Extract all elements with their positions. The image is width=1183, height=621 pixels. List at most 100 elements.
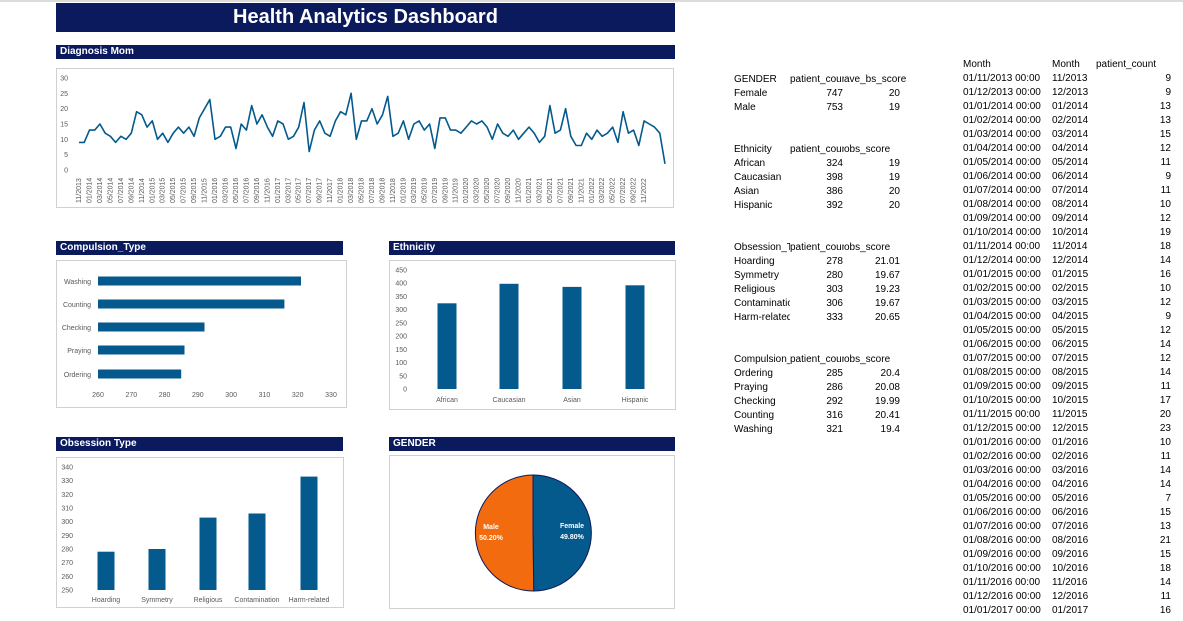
table-cell: 9 (1165, 171, 1171, 182)
table-row: 01/06/2015 00:00 06/2015 14 (962, 338, 1183, 352)
table-cell: 01/01/2016 00:00 (963, 437, 1041, 448)
table-cell: 21 (1159, 535, 1171, 546)
bar (300, 476, 318, 590)
x-tick-label: 03/2022 (599, 178, 606, 203)
table-row: 01/09/2015 00:00 09/2015 11 (962, 380, 1183, 394)
table-cell: 10/2015 (1052, 395, 1089, 406)
x-tick-label: 01/2016 (212, 178, 219, 203)
x-tick-label: 330 (325, 392, 337, 399)
table-cell: 333 (826, 312, 843, 323)
table-row: 01/08/2014 00:00 08/2014 10 (962, 198, 1183, 212)
table-row: 01/12/2016 00:00 12/2016 11 (962, 590, 1183, 604)
table-cell: Ordering (734, 368, 773, 379)
table-cell: 02/2016 (1052, 451, 1089, 462)
table-cell: 20.41 (874, 410, 900, 421)
table-cell: 01/01/2014 00:00 (963, 101, 1041, 112)
x-tick-label: Contamination (234, 597, 279, 604)
table-cell: 13 (1159, 115, 1171, 126)
ethnicity-chart[interactable]: 450 400 350 300 250 200 150 100 50 0 African Caucas… (389, 260, 676, 410)
table-cell: 01/08/2014 00:00 (963, 199, 1041, 210)
y-tick-label: 250 (61, 588, 73, 595)
x-tick-label: 05/2018 (359, 178, 366, 203)
x-tick-label: 310 (259, 392, 271, 399)
y-tick-label: 300 (395, 307, 407, 314)
y-tick-label: 270 (61, 560, 73, 567)
table-cell: 20 (888, 88, 900, 99)
x-tick-label: 09/2014 (128, 178, 135, 203)
table-cell: 01/10/2015 00:00 (963, 395, 1041, 406)
x-tick-label: 03/2016 (223, 178, 230, 203)
y-tick-label: 5 (64, 152, 68, 159)
gender-chart[interactable]: Male 50.20% Female 49.80% (389, 455, 675, 609)
x-tick-label: 270 (125, 392, 137, 399)
table-cell: 386 (826, 186, 843, 197)
x-tick-label: 07/2020 (495, 178, 502, 203)
table-cell: 01/12/2016 00:00 (963, 591, 1041, 602)
x-tick-label: African (436, 397, 458, 404)
pie-pct-female: 49.80% (560, 534, 585, 541)
table-cell: 10 (1159, 199, 1171, 210)
y-tick-label: 0 (64, 168, 68, 175)
x-tick-label: 05/2015 (170, 178, 177, 203)
table-cell: 14 (1159, 479, 1171, 490)
table-cell: African (734, 158, 766, 169)
x-tick-label: 07/2015 (181, 178, 188, 203)
table-cell: 303 (826, 284, 843, 295)
table-row: 01/12/2013 00:00 12/2013 9 (962, 86, 1183, 100)
y-tick-label: 10 (60, 137, 68, 144)
table-cell: patient_count (1096, 59, 1157, 70)
table-row: 01/05/2015 00:00 05/2015 12 (962, 324, 1183, 338)
table-cell: 01/03/2014 00:00 (963, 129, 1041, 140)
y-tick-label: 0 (403, 387, 407, 394)
table-cell: 10/2014 (1052, 227, 1089, 238)
table-cell: 01/09/2014 00:00 (963, 213, 1041, 224)
table-cell: patient_count (790, 242, 844, 253)
table-cell: 9 (1165, 311, 1171, 322)
table-row: 01/04/2016 00:00 04/2016 14 (962, 478, 1183, 492)
x-tick-label: 03/2021 (536, 178, 543, 203)
obsession-chart[interactable]: 340 330 320 310 300 290 280 270 260 250 Hoarding Sy… (56, 457, 344, 608)
table-cell: 01/02/2016 00:00 (963, 451, 1041, 462)
category-label: Checking (62, 325, 91, 332)
bar (98, 276, 301, 286)
bar (98, 345, 185, 355)
diagnosis-chart[interactable]: 30 25 20 15 10 5 0 11/2013 01/2014 03/2014 05/2014… (56, 68, 674, 208)
table-cell: Month (1052, 59, 1080, 70)
y-tick-label: 400 (395, 281, 407, 288)
table-cell: 01/05/2014 00:00 (963, 157, 1041, 168)
table-row: 01/02/2014 00:00 02/2014 13 (962, 114, 1183, 128)
table-cell: 11 (1160, 185, 1171, 196)
table-cell: 286 (826, 382, 843, 393)
table-cell: Month (963, 59, 991, 70)
x-tick-label: 09/2016 (254, 178, 261, 203)
table-cell: 03/2015 (1052, 297, 1089, 308)
table-row: 01/04/2014 00:00 04/2014 12 (962, 142, 1183, 156)
table-cell: 19.67 (874, 270, 900, 281)
bar (199, 517, 217, 590)
table-cell: 19 (1159, 227, 1171, 238)
x-tick-label: 01/2017 (275, 178, 282, 203)
table-cell: 20.65 (874, 312, 900, 323)
table-cell: 02/2015 (1052, 283, 1089, 294)
table-row: 01/09/2014 00:00 09/2014 12 (962, 212, 1183, 226)
x-tick-label: 01/2015 (149, 178, 156, 203)
table-cell: 12 (1159, 213, 1171, 224)
x-tick-label: Hispanic (622, 397, 649, 404)
table-cell: 01/01/2017 00:00 (963, 605, 1041, 616)
table-row: 01/02/2016 00:00 02/2016 11 (962, 450, 1183, 464)
table-cell: 10/2016 (1052, 563, 1089, 574)
bar (148, 549, 166, 590)
table-cell: 19 (888, 158, 900, 169)
table-cell: Compulsion_Type (734, 354, 790, 365)
x-tick-label: 01/2020 (463, 178, 470, 203)
table-cell: Praying (734, 382, 768, 393)
y-tick-label: 50 (399, 373, 407, 380)
compulsion-chart[interactable]: Washing Counting Checking Praying Ordering 26… (56, 260, 347, 408)
table-cell: 20 (888, 186, 900, 197)
x-tick-label: 11/2022 (641, 178, 648, 203)
table-cell: 11 (1160, 157, 1171, 168)
table-cell: Female (734, 88, 768, 99)
series-line (79, 92, 666, 165)
table-row: 01/12/2014 00:00 12/2014 14 (962, 254, 1183, 268)
table-cell: 12 (1159, 143, 1171, 154)
